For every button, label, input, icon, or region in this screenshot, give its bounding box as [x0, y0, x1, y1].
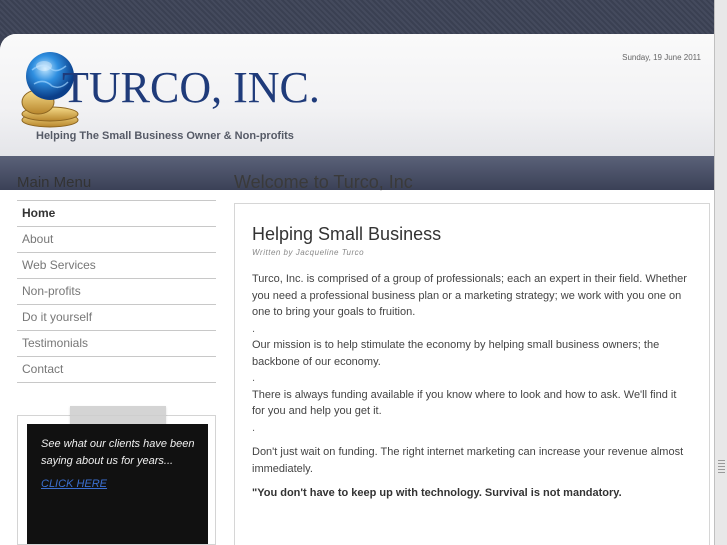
sidebar: Main Menu Home About Web Services Non-pr… [17, 174, 216, 383]
testimonial-panel: See what our clients have been saying ab… [27, 424, 208, 544]
menu-item-non-profits[interactable]: Non-profits [17, 279, 216, 305]
page-scrollbar[interactable] [714, 0, 727, 545]
article: Helping Small Business Written by Jacque… [234, 203, 710, 545]
article-paragraph: Turco, Inc. is comprised of a group of p… [252, 273, 687, 318]
menu-item-do-it-yourself[interactable]: Do it yourself [17, 305, 216, 331]
testimonial-widget: See what our clients have been saying ab… [17, 406, 216, 545]
site-tagline: Helping The Small Business Owner & Non-p… [36, 130, 294, 142]
paragraph-separator: . [252, 421, 256, 434]
header: TURCO, INC. Helping The Small Business O… [0, 34, 714, 156]
menu-item-testimonials[interactable]: Testimonials [17, 331, 216, 357]
article-heading[interactable]: Helping Small Business [252, 224, 691, 245]
article-byline: Written by Jacqueline Turco [252, 248, 365, 257]
article-quote: "You don't have to keep up with technolo… [252, 487, 622, 499]
menu-item-contact[interactable]: Contact [17, 357, 216, 383]
logo-text[interactable]: TURCO, INC. [62, 62, 320, 113]
testimonial-link[interactable]: CLICK HERE [41, 478, 198, 490]
testimonial-text: See what our clients have been saying ab… [41, 438, 195, 467]
main-menu: Home About Web Services Non-profits Do i… [17, 200, 216, 383]
top-band [0, 0, 727, 36]
paragraph-separator: . [252, 322, 256, 335]
article-paragraph: Our mission is to help stimulate the eco… [252, 339, 660, 368]
scrollbar-grip-icon[interactable] [718, 460, 725, 474]
article-paragraph: There is always funding available if you… [252, 388, 677, 418]
page-title: Welcome to Turco, Inc [234, 172, 413, 192]
article-body: Turco, Inc. is comprised of a group of p… [252, 271, 691, 477]
menu-item-home[interactable]: Home [17, 201, 216, 227]
menu-item-about[interactable]: About [17, 227, 216, 253]
paragraph-separator: . [252, 372, 256, 384]
menu-item-web-services[interactable]: Web Services [17, 253, 216, 279]
current-date: Sunday, 19 June 2011 [622, 53, 701, 62]
article-paragraph: Don't just wait on funding. The right in… [252, 446, 684, 475]
main-menu-title: Main Menu [17, 174, 92, 191]
